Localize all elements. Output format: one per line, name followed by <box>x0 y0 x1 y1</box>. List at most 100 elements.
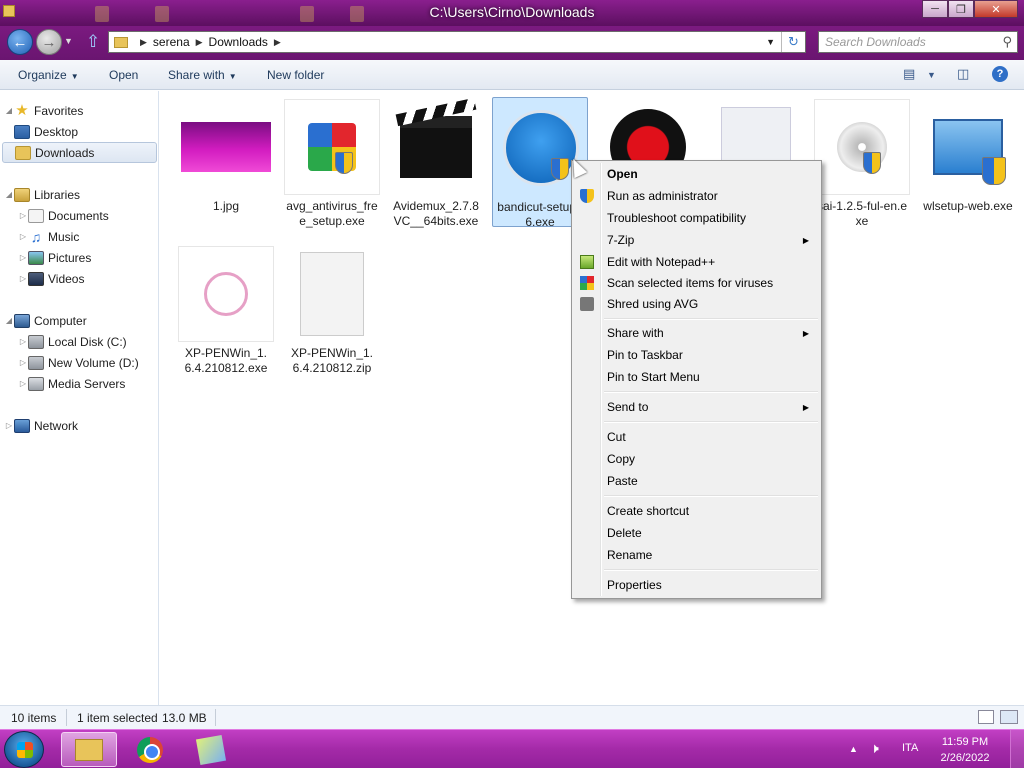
collapsed-icon[interactable]: ▷ <box>18 274 28 283</box>
nav-media-servers[interactable]: ▷ Media Servers <box>18 373 125 394</box>
file-item[interactable]: sai-1.2.5-ful-en.exe <box>814 99 910 229</box>
large-icons-view-icon[interactable] <box>1000 710 1018 724</box>
menu-item-copy[interactable]: Copy <box>574 448 819 470</box>
nav-pictures[interactable]: ▷ Pictures <box>18 247 91 268</box>
submenu-arrow-icon: ▶ <box>802 328 809 338</box>
help-icon[interactable]: ? <box>992 66 1008 82</box>
chevron-right-icon[interactable]: ▶ <box>274 37 281 48</box>
forward-button[interactable]: → <box>36 29 62 55</box>
menu-item-send-to[interactable]: Send to ▶ <box>574 396 819 418</box>
language-indicator[interactable]: ITA <box>902 742 918 754</box>
file-item[interactable]: avg_antivirus_free_setup.exe <box>284 99 380 229</box>
disc-icon <box>814 99 910 195</box>
new-folder-button[interactable]: New folder <box>267 68 324 82</box>
collapsed-icon[interactable]: ▷ <box>18 337 28 346</box>
open-button[interactable]: Open <box>109 68 138 82</box>
change-view-icon[interactable]: ▤ <box>903 66 915 82</box>
expanded-icon[interactable]: ◢ <box>4 316 14 325</box>
collapsed-icon[interactable]: ▷ <box>4 421 14 430</box>
music-icon: ♫ <box>30 228 42 245</box>
file-item[interactable]: XP-PENWin_1.6.4.210812.exe <box>178 246 274 376</box>
recent-pages-dropdown[interactable]: ▼ <box>64 36 73 46</box>
file-item[interactable]: wlsetup-web.exe <box>920 99 1016 214</box>
media-server-icon <box>28 376 44 391</box>
show-hidden-icons[interactable]: ▲ <box>849 744 858 754</box>
menu-item-7zip[interactable]: 7-Zip ▶ <box>574 229 819 251</box>
collapsed-icon[interactable]: ▷ <box>18 253 28 262</box>
uac-shield-icon <box>580 189 594 203</box>
nav-documents[interactable]: ▷ Documents <box>18 205 109 226</box>
refresh-button[interactable]: ↻ <box>781 32 805 52</box>
search-icon[interactable]: ⚲ <box>1002 34 1012 50</box>
minimize-button[interactable]: ─ <box>922 0 948 18</box>
menu-item-shred[interactable]: Shred using AVG <box>574 293 819 315</box>
address-history-dropdown[interactable]: ▼ <box>766 37 775 47</box>
menu-separator <box>604 495 818 497</box>
view-options-dropdown[interactable]: ▼ <box>927 70 936 80</box>
menu-item-rename[interactable]: Rename <box>574 544 819 566</box>
nav-libraries[interactable]: ◢ Libraries <box>4 184 80 205</box>
collapsed-icon[interactable]: ▷ <box>18 232 28 241</box>
search-input[interactable]: Search Downloads ⚲ <box>818 31 1018 53</box>
menu-item-scan[interactable]: Scan selected items for viruses <box>574 272 819 294</box>
details-view-icon[interactable] <box>978 710 994 724</box>
taskbar-sticky-notes[interactable] <box>183 732 239 767</box>
maximize-button[interactable]: ❐ <box>948 0 974 18</box>
breadcrumb-serena[interactable]: serena <box>153 35 190 49</box>
organize-button[interactable]: Organize ▼ <box>18 68 79 82</box>
nav-videos[interactable]: ▷ Videos <box>18 268 84 289</box>
back-button[interactable]: ← <box>7 29 33 55</box>
chevron-right-icon[interactable]: ▶ <box>196 37 203 48</box>
collapsed-icon[interactable]: ▷ <box>18 358 28 367</box>
menu-item-troubleshoot[interactable]: Troubleshoot compatibility <box>574 207 819 229</box>
address-row: ← → ▼ ⇧ ▶ serena ▶ Downloads ▶ ▼ ↻ Searc… <box>0 26 1024 60</box>
file-item[interactable]: XP-PENWin_1.6.4.210812.zip <box>284 246 380 376</box>
collapsed-icon[interactable]: ▷ <box>18 379 28 388</box>
collapsed-icon[interactable]: ▷ <box>18 211 28 220</box>
clock[interactable]: 11:59 PM 2/26/2022 <box>930 734 1000 766</box>
up-arrow-icon[interactable]: ⇧ <box>86 32 100 52</box>
shredder-icon <box>580 297 594 311</box>
taskbar-chrome[interactable] <box>122 732 178 767</box>
menu-item-cut[interactable]: Cut <box>574 426 819 448</box>
breadcrumb-downloads[interactable]: Downloads <box>209 35 268 49</box>
taskbar-explorer[interactable] <box>61 732 117 767</box>
menu-item-pin-start[interactable]: Pin to Start Menu <box>574 366 819 388</box>
close-button[interactable]: ✕ <box>974 0 1018 18</box>
expanded-icon[interactable]: ◢ <box>4 190 14 199</box>
nav-music[interactable]: ▷ ♫ Music <box>18 226 79 247</box>
clock-time: 11:59 PM <box>941 736 989 748</box>
file-name: sai-1.2.5-ful-en.exe <box>816 199 908 228</box>
menu-item-run-as-admin[interactable]: Run as administrator <box>574 185 819 207</box>
item-count: 10 items <box>11 711 57 725</box>
start-button[interactable] <box>4 731 44 768</box>
menu-item-pin-taskbar[interactable]: Pin to Taskbar <box>574 344 819 366</box>
selection-size: 13.0 MB <box>162 711 207 725</box>
nav-local-disk[interactable]: ▷ Local Disk (C:) <box>18 331 127 352</box>
file-name: XP-PENWin_1.6.4.210812.zip <box>290 346 374 375</box>
menu-item-open[interactable]: Open <box>574 163 819 185</box>
file-item[interactable]: 1.jpg <box>178 99 274 214</box>
nav-favorites[interactable]: ◢ ★ Favorites <box>4 100 83 121</box>
nav-network[interactable]: ▷ Network <box>4 415 78 436</box>
file-item[interactable]: Avidemux_2.7.8VC__64bits.exe <box>388 99 484 229</box>
preview-pane-icon[interactable]: ◫ <box>957 66 969 82</box>
show-desktop-button[interactable] <box>1010 730 1024 768</box>
menu-item-create-shortcut[interactable]: Create shortcut <box>574 500 819 522</box>
share-with-button[interactable]: Share with ▼ <box>168 68 237 82</box>
nav-desktop[interactable]: Desktop <box>14 121 78 142</box>
chevron-right-icon[interactable]: ▶ <box>140 37 147 48</box>
nav-computer[interactable]: ◢ Computer <box>4 310 87 331</box>
nav-new-volume[interactable]: ▷ New Volume (D:) <box>18 352 139 373</box>
expanded-icon[interactable]: ◢ <box>4 106 14 115</box>
address-bar[interactable]: ▶ serena ▶ Downloads ▶ ▼ ↻ <box>108 31 806 53</box>
chevron-down-icon: ▼ <box>228 72 237 81</box>
menu-item-properties[interactable]: Properties <box>574 574 819 596</box>
volume-icon[interactable]: 🕨 <box>870 740 879 757</box>
sticky-notes-icon <box>195 734 227 765</box>
menu-item-share-with[interactable]: Share with ▶ <box>574 322 819 344</box>
menu-item-delete[interactable]: Delete <box>574 522 819 544</box>
nav-downloads[interactable]: Downloads <box>2 142 157 163</box>
menu-item-notepadpp[interactable]: Edit with Notepad++ <box>574 251 819 273</box>
menu-item-paste[interactable]: Paste <box>574 470 819 492</box>
